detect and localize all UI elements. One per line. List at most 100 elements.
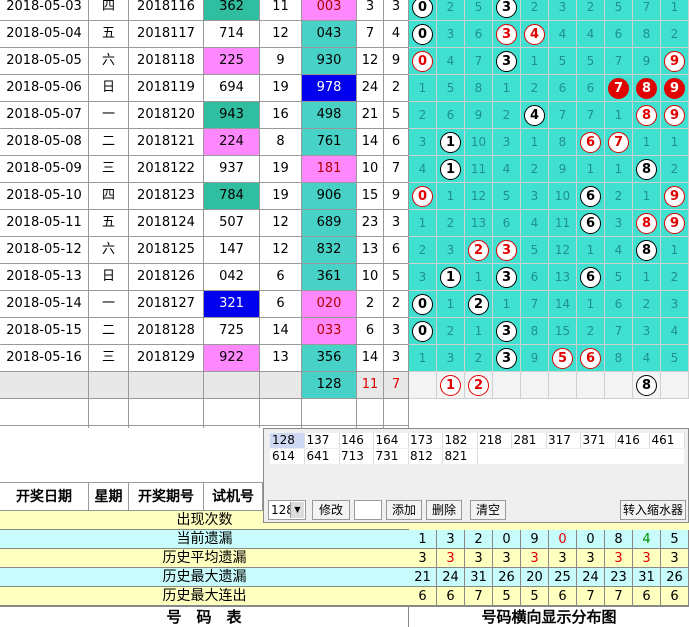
number-ball: 3 (496, 51, 517, 72)
issue-number: 2018117 (129, 21, 204, 48)
draw-date: 2018-05-08 (0, 129, 89, 156)
combo-item[interactable]: 317 (546, 433, 581, 448)
draw-sum: 7 (357, 21, 384, 48)
number-ball: 9 (664, 105, 685, 126)
dist-cell: 7 (605, 75, 633, 102)
clear-button[interactable]: 清空 (470, 500, 506, 520)
chevron-down-icon[interactable]: ▼ (290, 502, 304, 518)
dist-cell: 3 (493, 21, 521, 48)
combo-input[interactable] (354, 500, 382, 520)
dist-cell: 0 (409, 21, 437, 48)
delete-button[interactable]: 删除 (426, 500, 462, 520)
modify-button[interactable]: 修改 (312, 500, 350, 520)
combo-item[interactable]: 821 (443, 449, 478, 464)
draw-span: 7 (384, 156, 409, 183)
omission-count: 5 (614, 0, 623, 14)
draw-date: 2018-05-06 (0, 75, 89, 102)
dist-cell: 0 (409, 48, 437, 75)
combo-item[interactable]: 182 (443, 433, 478, 448)
dist-cell: 3 (493, 264, 521, 291)
combo-select[interactable]: 128 ▼ (268, 500, 306, 520)
draw-number: 181 (302, 156, 357, 183)
footer: 号 码 表 号码横向显示分布图 (0, 606, 689, 627)
dist-cell: 9 (661, 210, 689, 237)
number-ball: 2 (468, 375, 489, 396)
column-headers: 开奖日期 星期 开奖期号 试机号 (0, 482, 263, 511)
draw-sum: 23 (357, 210, 384, 237)
combo-item[interactable]: 137 (305, 433, 340, 448)
draw-span: 3 (384, 318, 409, 345)
test-sum: 9 (260, 48, 302, 75)
transfer-to-reducer-button[interactable]: 转入缩水器 (620, 500, 686, 520)
number-ball: 5 (552, 348, 573, 369)
combo-item[interactable]: 614 (270, 449, 305, 464)
dist-cell: 1 (605, 102, 633, 129)
number-ball: 1 (440, 267, 461, 288)
combo-item[interactable]: 641 (305, 449, 340, 464)
stat-value: 31 (633, 568, 661, 587)
test-number: 507 (204, 210, 260, 237)
number-ball: 0 (412, 24, 433, 45)
omission-count: 15 (554, 324, 571, 338)
number-ball: 7 (608, 132, 629, 153)
dist-cell: 1 (437, 264, 465, 291)
number-ball: 1 (440, 375, 461, 396)
dist-cell: 0 (409, 318, 437, 345)
dist-cell: 2 (437, 0, 465, 21)
draw-sum: 14 (357, 345, 384, 372)
dist-cell: 1 (633, 264, 661, 291)
test-number: 225 (204, 48, 260, 75)
test-sum: 12 (260, 237, 302, 264)
dist-cell: 3 (493, 345, 521, 372)
number-ball: 7 (608, 78, 629, 99)
dist-cell: 0 (409, 291, 437, 318)
combo-item[interactable]: 173 (408, 433, 443, 448)
dist-cell: 1 (437, 156, 465, 183)
combo-item[interactable]: 218 (477, 433, 512, 448)
combo-item[interactable]: 281 (512, 433, 547, 448)
dist-cell: 3 (633, 318, 661, 345)
dist-cell: 4 (549, 21, 577, 48)
dist-cell: 4 (633, 345, 661, 372)
omission-count: 1 (670, 243, 679, 257)
stat-value: 3 (633, 549, 661, 568)
issue-number: 2018129 (129, 345, 204, 372)
combo-item[interactable]: 128 (270, 433, 305, 448)
dist-cell: 4 (521, 102, 549, 129)
dist-cell: 1 (633, 129, 661, 156)
empty-cell (204, 372, 260, 399)
dist-cell: 3 (437, 21, 465, 48)
combo-item[interactable]: 713 (339, 449, 374, 464)
dist-cell: 0 (409, 183, 437, 210)
empty-cell (89, 372, 129, 399)
dist-cell: 4 (577, 21, 605, 48)
omission-count: 5 (558, 54, 567, 68)
combo-item[interactable]: 812 (408, 449, 443, 464)
add-button[interactable]: 添加 (386, 500, 422, 520)
dist-cell: 1 (437, 183, 465, 210)
draw-sum: 3 (357, 0, 384, 21)
dist-cell: 1 (577, 291, 605, 318)
combo-item[interactable]: 164 (374, 433, 409, 448)
draw-sum: 2 (357, 291, 384, 318)
table-row: 2018-05-15 二 2018128 725 14 033 6 3 0 2 1 3 8 15 2 7 3 4 (0, 318, 689, 345)
combo-item[interactable]: 731 (374, 449, 409, 464)
omission-count: 1 (418, 216, 427, 230)
stat-value: 0 (577, 530, 605, 549)
empty-cell (0, 399, 89, 426)
dist-cell: 8 (633, 102, 661, 129)
combo-item[interactable]: 371 (581, 433, 616, 448)
combo-item[interactable]: 461 (650, 433, 685, 448)
stat-value: 4 (633, 530, 661, 549)
dist-cell: 8 (549, 129, 577, 156)
combo-item[interactable]: 146 (339, 433, 374, 448)
stat-value: 3 (521, 549, 549, 568)
dist-cell: 9 (661, 102, 689, 129)
combo-item[interactable]: 416 (615, 433, 650, 448)
dist-cell: 4 (661, 318, 689, 345)
omission-count: 1 (614, 162, 623, 176)
stat-value: 24 (437, 568, 465, 587)
stat-value: 8 (605, 530, 633, 549)
omission-count: 4 (614, 243, 623, 257)
omission-count: 2 (642, 297, 651, 311)
